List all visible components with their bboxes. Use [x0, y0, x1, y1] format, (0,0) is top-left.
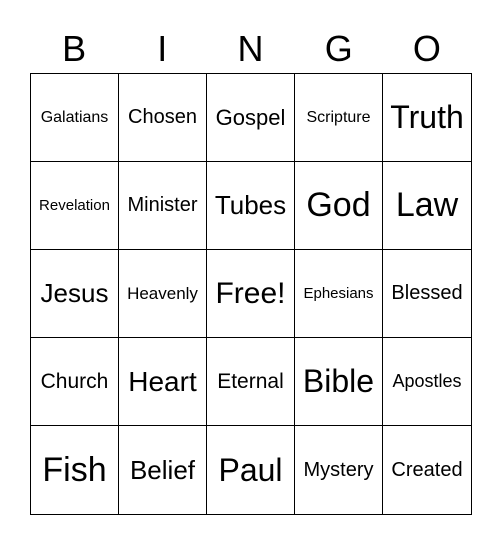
bingo-cell: Jesus	[31, 250, 119, 338]
bingo-cell: Scripture	[295, 74, 383, 162]
header-letter-o: O	[412, 28, 441, 69]
bingo-cell: Ephesians	[295, 250, 383, 338]
bingo-cell: Created	[391, 458, 463, 481]
bingo-cell: Paul	[207, 426, 295, 514]
bingo-cell: Truth	[383, 74, 471, 162]
bingo-cell: Fish	[31, 426, 119, 514]
bingo-cell: Law	[383, 162, 471, 250]
header-letter-b: B	[62, 28, 87, 69]
bingo-cell: God	[295, 162, 383, 250]
bingo-cell: Eternal	[207, 338, 295, 426]
header-letter-n: N	[237, 28, 264, 69]
bingo-cell: Blessed	[383, 250, 471, 338]
header-letter-i: I	[157, 28, 168, 69]
header-letter-g: G	[324, 28, 353, 69]
bingo-cell: Tubes	[207, 162, 295, 250]
bingo-header: B I N G O	[30, 26, 471, 72]
bingo-cell: Belief	[119, 426, 207, 514]
bingo-cell: Apostles	[383, 338, 471, 426]
bingo-cell: Heavenly	[119, 250, 207, 338]
bingo-cell: Mystery	[295, 426, 383, 514]
bingo-grid: Galatians Chosen Gospel Scripture Truth …	[30, 73, 472, 515]
bingo-cell: Galatians	[31, 74, 119, 162]
bingo-cell: Church	[31, 338, 119, 426]
bingo-cell: Heart	[119, 338, 207, 426]
bingo-cell: Minister	[119, 162, 207, 250]
bingo-cell: Chosen	[119, 74, 207, 162]
bingo-cell: Gospel	[207, 74, 295, 162]
bingo-cell: Bible	[295, 338, 383, 426]
bingo-cell: Revelation	[31, 162, 119, 250]
bingo-cell-free: Free!	[207, 250, 295, 338]
